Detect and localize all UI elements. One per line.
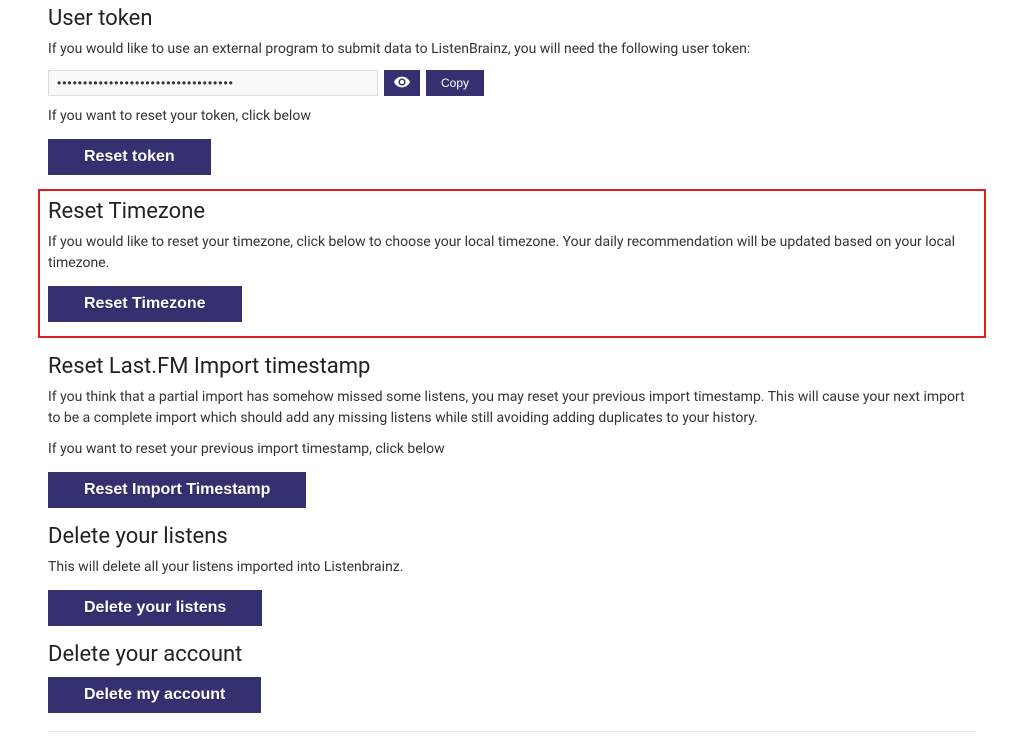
delete-listens-section: Delete your listens This will delete all… xyxy=(48,518,976,636)
delete-account-section: Delete your account Delete my account xyxy=(48,636,976,742)
reset-timezone-desc: If you would like to reset your timezone… xyxy=(48,232,976,274)
user-token-desc: If you would like to use an external pro… xyxy=(48,39,976,60)
reset-timezone-heading: Reset Timezone xyxy=(48,199,976,224)
user-token-section: User token If you would like to use an e… xyxy=(48,0,976,185)
delete-account-button[interactable]: Delete my account xyxy=(48,677,261,713)
token-row: Copy xyxy=(48,70,976,96)
delete-listens-desc: This will delete all your listens import… xyxy=(48,557,976,578)
reset-token-desc: If you want to reset your token, click b… xyxy=(48,106,976,127)
eye-icon xyxy=(394,76,410,91)
reset-lastfm-heading: Reset Last.FM Import timestamp xyxy=(48,354,976,379)
reset-timezone-section: Reset Timezone If you would like to rese… xyxy=(48,199,976,322)
delete-account-heading: Delete your account xyxy=(48,642,976,667)
reset-lastfm-section: Reset Last.FM Import timestamp If you th… xyxy=(48,348,976,518)
delete-listens-heading: Delete your listens xyxy=(48,524,976,549)
copy-token-button[interactable]: Copy xyxy=(426,70,484,96)
delete-listens-button[interactable]: Delete your listens xyxy=(48,590,262,626)
reveal-token-button[interactable] xyxy=(384,70,420,96)
user-token-input[interactable] xyxy=(48,70,378,96)
section-divider xyxy=(48,731,976,732)
reset-timezone-button[interactable]: Reset Timezone xyxy=(48,286,242,322)
reset-timezone-highlight: Reset Timezone If you would like to rese… xyxy=(38,189,986,338)
reset-import-timestamp-button[interactable]: Reset Import Timestamp xyxy=(48,472,306,508)
reset-token-button[interactable]: Reset token xyxy=(48,139,211,175)
reset-lastfm-desc: If you think that a partial import has s… xyxy=(48,387,976,429)
reset-lastfm-desc2: If you want to reset your previous impor… xyxy=(48,439,976,460)
user-token-heading: User token xyxy=(48,6,976,31)
